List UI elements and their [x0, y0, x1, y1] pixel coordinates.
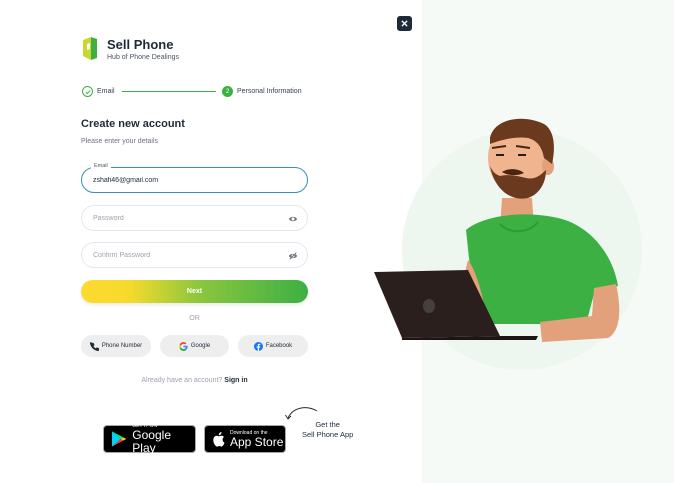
email-label: Email — [91, 163, 111, 169]
or-divider: OR — [189, 315, 200, 322]
step-personal-information[interactable]: 2 Personal Information — [222, 86, 302, 97]
phone-number-label: Phone Number — [101, 343, 143, 349]
brand: Sell Phone Hub of Phone Dealings — [81, 36, 179, 62]
email-input[interactable] — [93, 168, 273, 192]
email-field: Email — [81, 163, 308, 193]
signin-prompt: Already have an account? — [141, 377, 223, 384]
man-with-laptop-illustration — [374, 118, 620, 342]
phone-icon — [89, 341, 99, 351]
step-personal-label: Personal Information — [237, 88, 302, 95]
google-play-badge[interactable]: GET IT ON Google Play — [103, 423, 196, 455]
form-title: Create new account — [81, 118, 185, 130]
google-play-icon — [111, 431, 127, 447]
brand-logo-icon — [83, 37, 97, 60]
confirm-password-field — [81, 242, 308, 268]
get-app-text: Get the Sell Phone App — [302, 420, 353, 440]
signup-panel: Sell Phone Hub of Phone Dealings Email 2… — [0, 0, 422, 483]
app-store-big-text: App Store — [230, 434, 284, 449]
get-app-line1: Get the — [315, 420, 340, 429]
google-button[interactable]: Google — [160, 335, 229, 357]
google-label: Google — [190, 343, 211, 349]
next-button[interactable]: Next — [81, 280, 308, 303]
brand-tagline: Hub of Phone Dealings — [107, 53, 179, 61]
password-field — [81, 205, 308, 231]
progress-stepper: Email 2 Personal Information — [82, 86, 310, 98]
confirm-password-input[interactable] — [93, 243, 273, 267]
google-icon — [179, 341, 188, 351]
check-icon — [82, 86, 93, 97]
step-email[interactable]: Email — [82, 86, 115, 97]
brand-name: Sell Phone — [107, 36, 174, 52]
google-play-big-text: Google Play — [132, 428, 171, 455]
eye-icon[interactable] — [288, 214, 298, 224]
form-subtitle: Please enter your details — [81, 138, 159, 145]
close-icon — [401, 20, 408, 27]
step-connector — [122, 91, 216, 92]
close-button[interactable] — [397, 16, 412, 31]
phone-number-button[interactable]: Phone Number — [81, 335, 151, 357]
app-store-badge[interactable]: Download on the App Store — [204, 425, 286, 453]
facebook-label: Facebook — [265, 343, 293, 349]
step-number-badge: 2 — [222, 86, 233, 97]
password-input[interactable] — [93, 206, 273, 230]
facebook-button[interactable]: Facebook — [238, 335, 308, 357]
signin-row: Already have an account? Sign in — [81, 377, 308, 384]
signin-link[interactable]: Sign in — [224, 377, 247, 384]
facebook-icon — [253, 341, 263, 351]
get-app-line2: Sell Phone App — [302, 430, 354, 439]
eye-off-icon[interactable] — [288, 251, 298, 261]
step-email-label: Email — [97, 88, 115, 95]
apple-icon — [213, 432, 225, 447]
